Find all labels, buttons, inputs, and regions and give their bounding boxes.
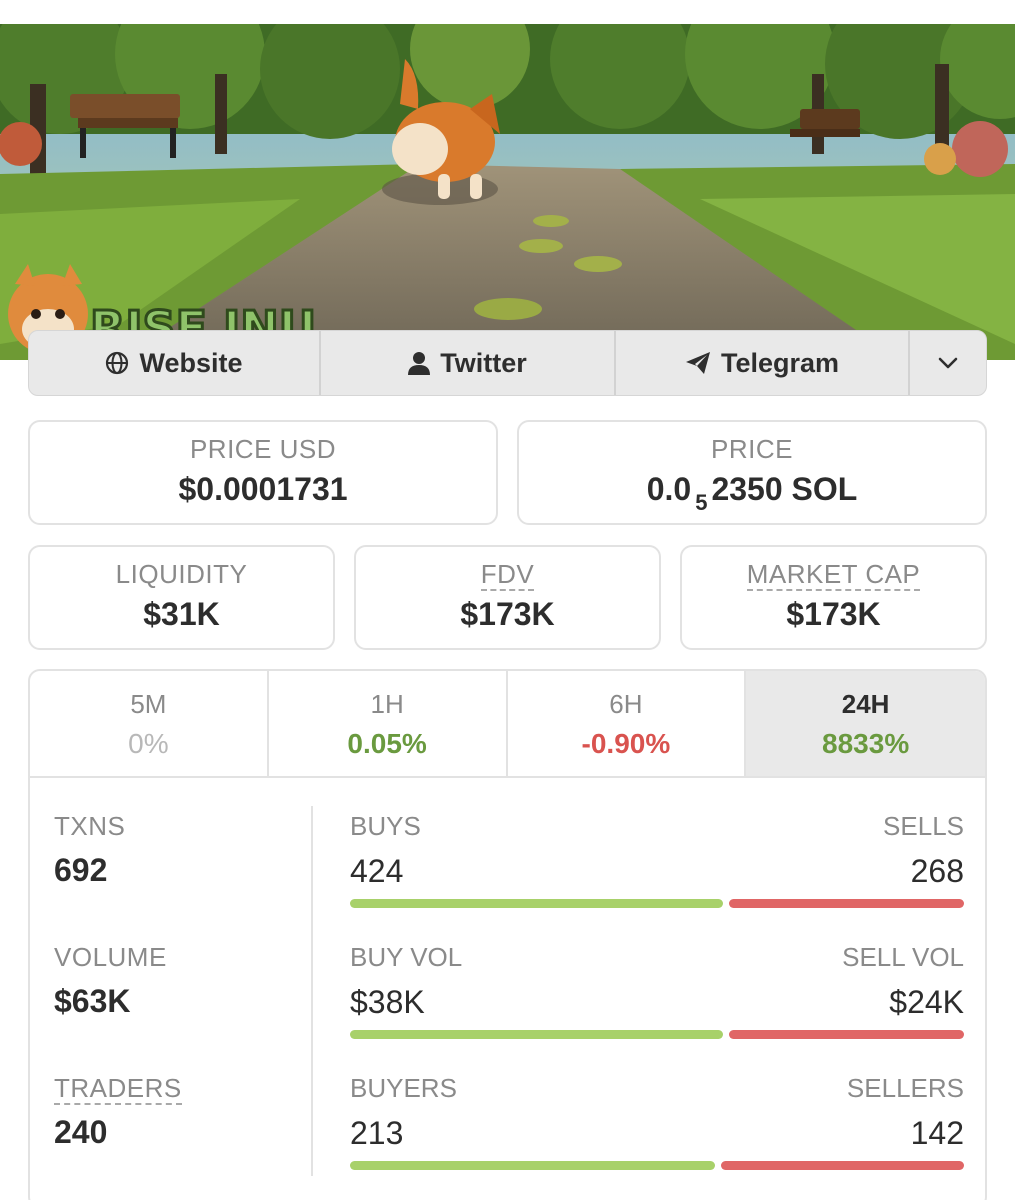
website-button[interactable]: Website xyxy=(29,331,321,395)
tab-label: 5M xyxy=(130,689,167,719)
timeframe-tabs: 5M 0% 1H 0.05% 6H -0.90% 24H 8833% xyxy=(30,671,985,778)
fdv-label[interactable]: FDV xyxy=(480,559,535,591)
volume-value: $63K xyxy=(54,983,131,1019)
market-cap-value: $173K xyxy=(786,596,881,632)
fdv-value: $173K xyxy=(460,596,555,632)
volume-stat: VOLUME $63K xyxy=(54,942,167,1020)
tab-change: 0% xyxy=(128,728,169,759)
sell-vol-bar xyxy=(729,1030,964,1039)
tab-change: -0.90% xyxy=(581,728,671,759)
column-divider xyxy=(311,806,313,1176)
twitter-label: Twitter xyxy=(440,347,527,378)
chevron-down-icon xyxy=(938,357,958,369)
sells-label: SELLS xyxy=(883,811,964,841)
tab-label: 1H xyxy=(370,689,404,719)
tab-label: 6H xyxy=(609,689,643,719)
user-icon xyxy=(408,351,431,375)
buy-vol-label: BUY VOL xyxy=(350,942,463,972)
buy-vol-bar xyxy=(350,1030,723,1039)
txns-label: TXNS xyxy=(54,811,126,841)
price-zero-count: 5 xyxy=(695,490,708,515)
txns-stat: TXNS 692 xyxy=(54,811,125,889)
tab-6h[interactable]: 6H -0.90% xyxy=(508,671,747,776)
buys-bar xyxy=(350,899,723,908)
buyers-label: BUYERS xyxy=(350,1073,457,1103)
tab-change: 0.05% xyxy=(347,728,427,759)
market-cap-card: MARKET CAP $173K xyxy=(680,545,987,650)
sellers-bar xyxy=(721,1161,964,1170)
top-strip xyxy=(0,0,1015,24)
buyers-sellers-bar xyxy=(350,1161,964,1170)
buyvol-sellvol-bar xyxy=(350,1030,964,1039)
volume-label: VOLUME xyxy=(54,942,167,972)
paper-plane-icon xyxy=(685,351,711,375)
traders-value: 240 xyxy=(54,1114,108,1150)
price-rest: 2350 SOL xyxy=(711,471,858,507)
sell-vol-value: $24K xyxy=(889,984,964,1020)
liquidity-value: $31K xyxy=(143,596,220,632)
price-usd-card: PRICE USD $0.0001731 xyxy=(28,420,498,525)
buyvol-sellvol-split: BUY VOL SELL VOL $38K $24K xyxy=(350,942,964,1042)
liquidity-card: LIQUIDITY $31K xyxy=(28,545,335,650)
buys-sells-bar xyxy=(350,899,964,908)
price-usd-value: $0.0001731 xyxy=(178,471,348,507)
buy-vol-value: $38K xyxy=(350,984,425,1020)
sellers-label: SELLERS xyxy=(846,1073,964,1103)
txns-value: 692 xyxy=(54,852,108,888)
price-native-card: PRICE 0.0 5 2350 SOL xyxy=(517,420,987,525)
tab-5m[interactable]: 5M 0% xyxy=(30,671,269,776)
buyers-bar xyxy=(350,1161,715,1170)
sell-vol-label: SELL VOL xyxy=(842,942,964,972)
telegram-label: Telegram xyxy=(720,347,840,378)
liquidity-label: LIQUIDITY xyxy=(115,559,248,589)
more-links-button[interactable] xyxy=(910,331,986,395)
buyers-value: 213 xyxy=(350,1115,404,1151)
tab-change: 8833% xyxy=(822,728,910,759)
price-usd-label: PRICE USD xyxy=(189,434,337,464)
price-native-value: 0.0 5 2350 SOL xyxy=(519,471,985,515)
token-banner: RISE INU xyxy=(0,24,1015,360)
sells-value: 268 xyxy=(910,853,964,889)
sellers-value: 142 xyxy=(910,1115,964,1151)
website-label: Website xyxy=(139,347,243,378)
tab-1h[interactable]: 1H 0.05% xyxy=(269,671,508,776)
sells-bar xyxy=(729,899,964,908)
twitter-button[interactable]: Twitter xyxy=(321,331,616,395)
tab-24h[interactable]: 24H 8833% xyxy=(746,671,985,776)
globe-icon xyxy=(105,351,129,375)
stats-panel: 5M 0% 1H 0.05% 6H -0.90% 24H 8833% TXNS … xyxy=(28,669,987,1200)
price-prefix: 0.0 xyxy=(646,471,692,507)
links-bar: Website Twitter Telegram xyxy=(28,330,987,396)
traders-stat: TRADERS 240 xyxy=(54,1073,182,1151)
fdv-card: FDV $173K xyxy=(354,545,661,650)
price-native-label: PRICE xyxy=(711,434,793,464)
tab-label: 24H xyxy=(841,689,890,719)
buys-value: 424 xyxy=(350,853,404,889)
traders-label[interactable]: TRADERS xyxy=(54,1073,182,1105)
market-cap-label[interactable]: MARKET CAP xyxy=(746,559,921,591)
buyers-sellers-split: BUYERS SELLERS 213 142 xyxy=(350,1073,964,1173)
buys-sells-split: BUYS SELLS 424 268 xyxy=(350,811,964,911)
buys-label: BUYS xyxy=(350,811,421,841)
telegram-button[interactable]: Telegram xyxy=(616,331,910,395)
